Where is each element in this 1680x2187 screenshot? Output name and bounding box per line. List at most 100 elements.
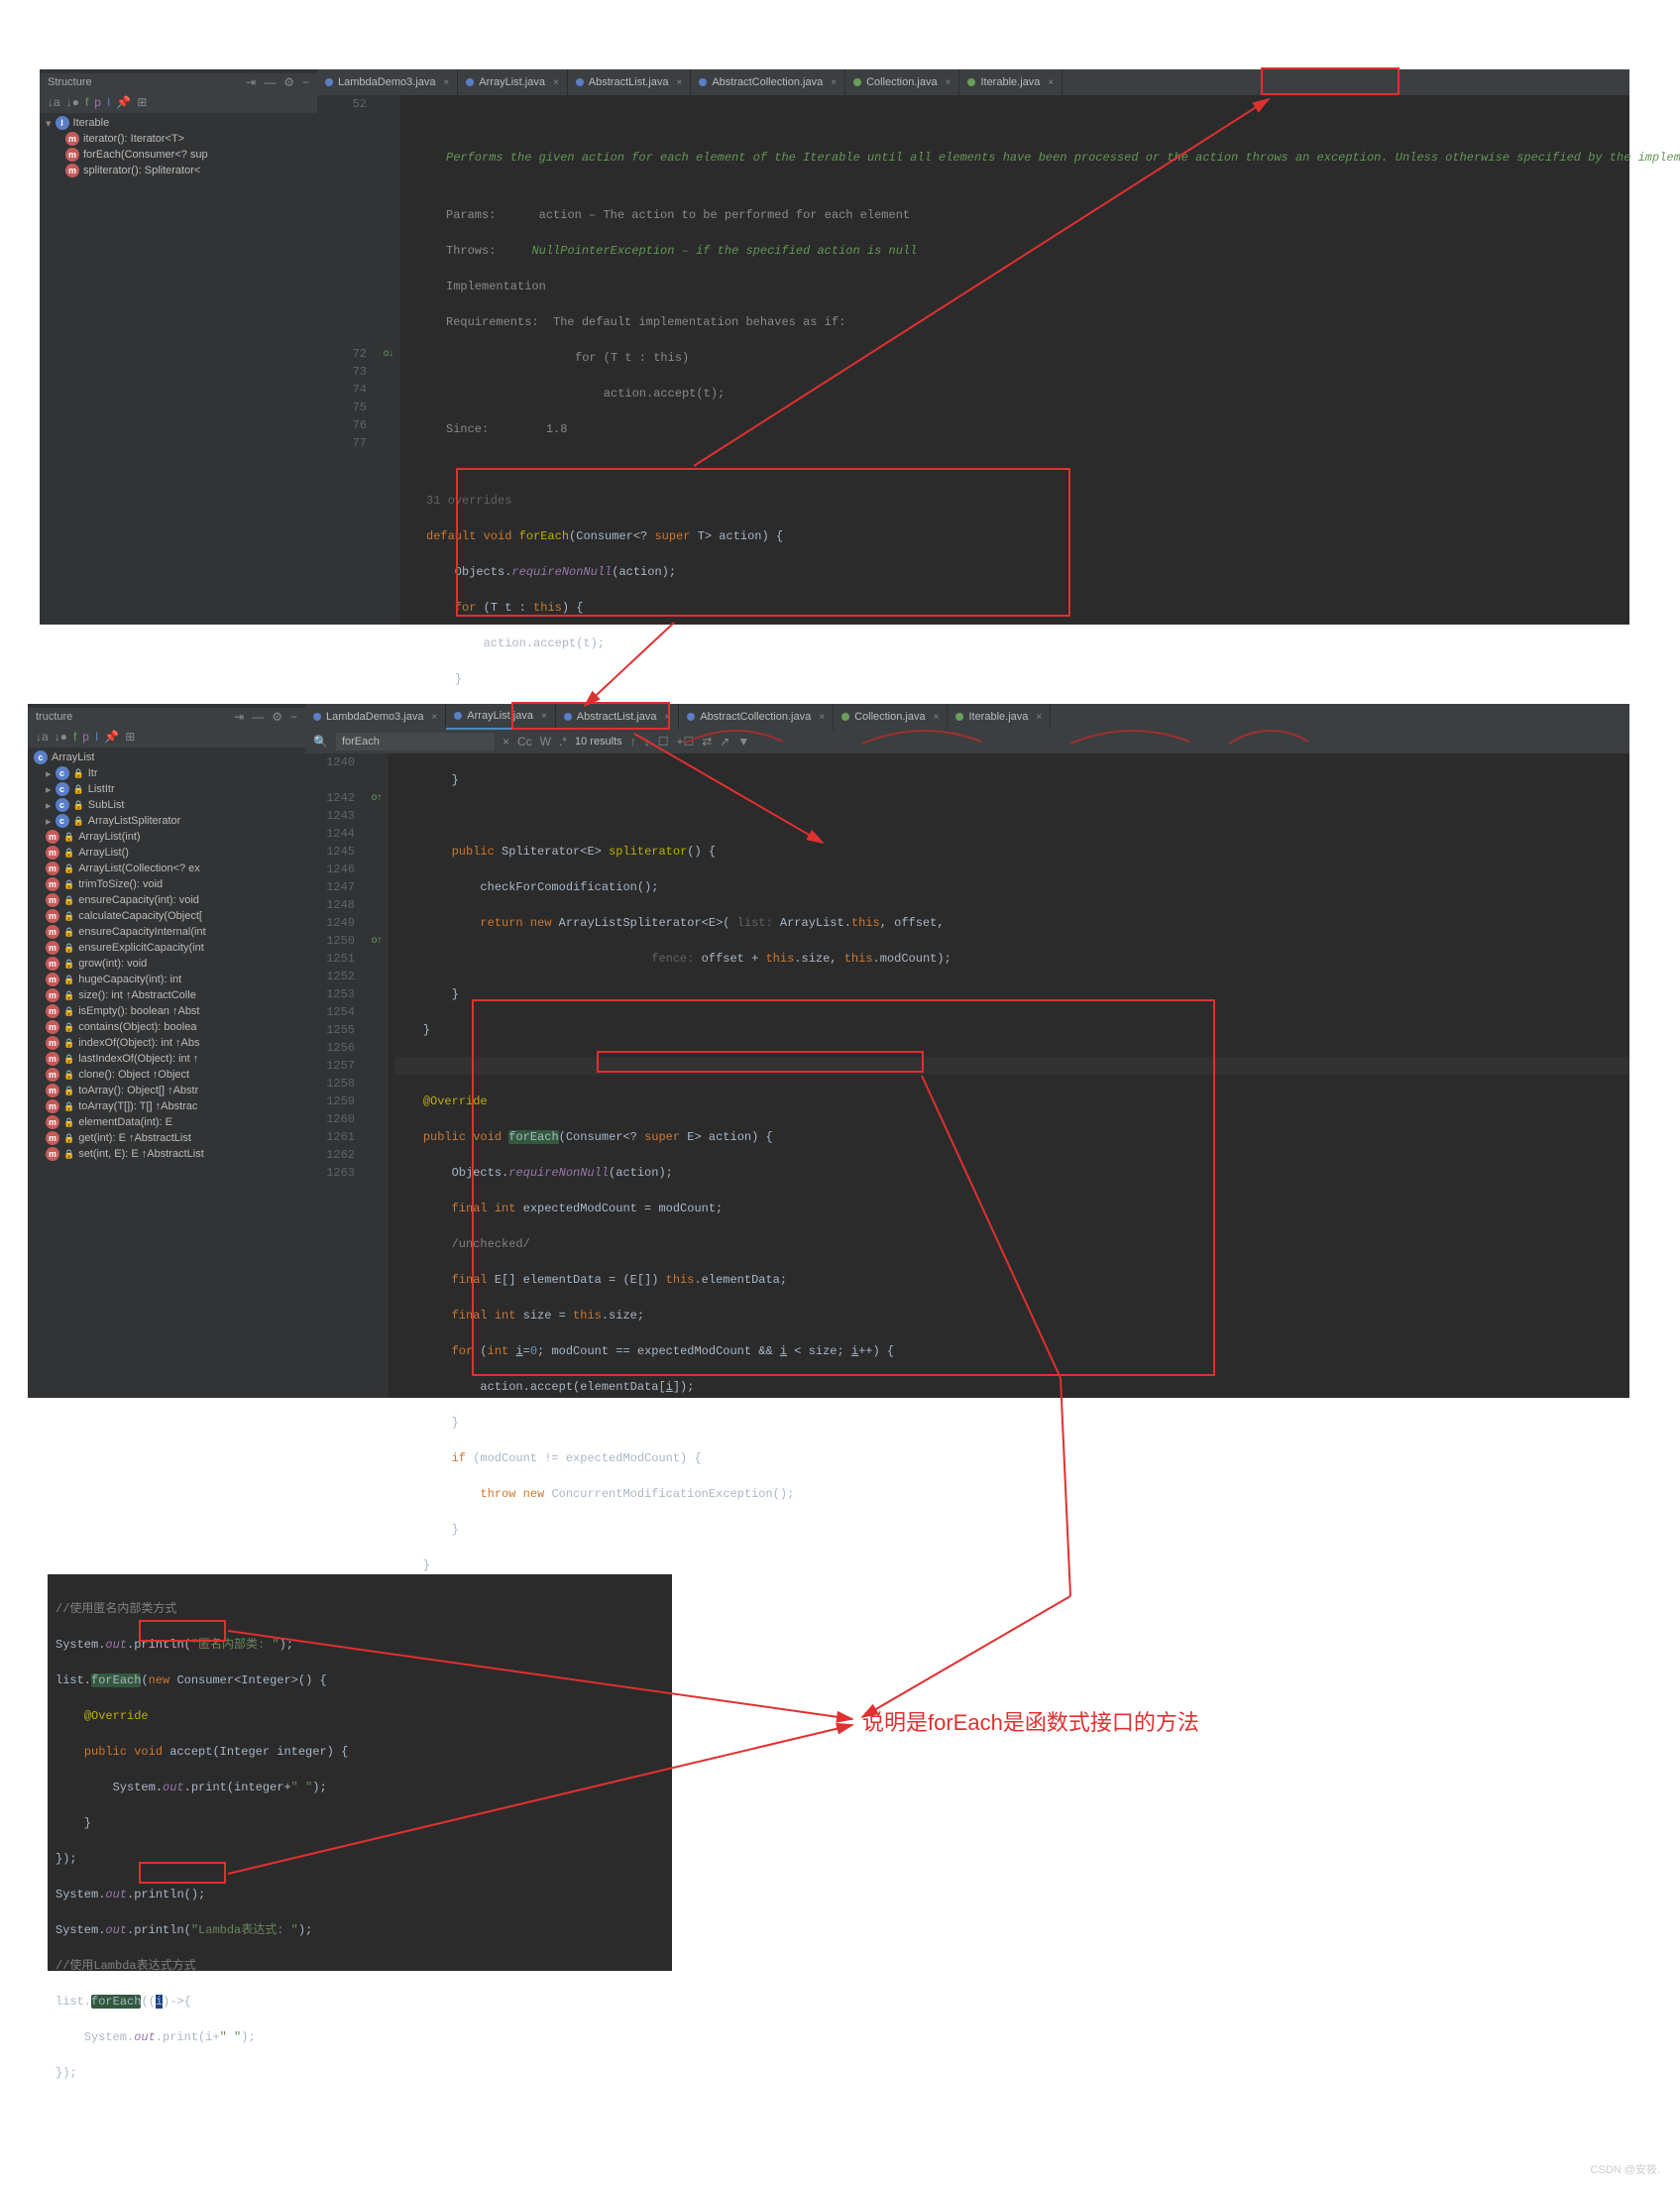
show-props-icon[interactable]: p xyxy=(94,95,101,109)
match-case-icon[interactable]: Cc xyxy=(517,735,532,748)
close-icon[interactable]: × xyxy=(431,712,437,723)
regex-icon[interactable]: .* xyxy=(559,735,567,748)
clear-icon[interactable]: × xyxy=(503,735,509,748)
code-editor-2[interactable]: } public Spliterator<E> spliterator() { … xyxy=(389,753,1629,1398)
tree-item[interactable]: m🔒ArrayList() xyxy=(28,845,305,861)
lock-icon: 🔒 xyxy=(73,816,84,827)
hide-icon[interactable]: − xyxy=(290,710,297,724)
close-icon[interactable]: × xyxy=(946,77,952,88)
hide-icon[interactable]: − xyxy=(302,75,309,89)
tab-abstractcollection[interactable]: AbstractCollection.java× xyxy=(691,69,845,95)
code-editor-1[interactable]: Performs the given action for each eleme… xyxy=(400,95,1629,625)
tree-item[interactable]: mspliterator(): Spliterator< xyxy=(40,163,317,178)
tree-item[interactable]: m🔒ArrayList(int) xyxy=(28,829,305,845)
close-icon[interactable]: × xyxy=(1036,712,1042,723)
close-icon[interactable]: × xyxy=(553,77,559,88)
show-props-icon[interactable]: p xyxy=(82,730,89,744)
tree-item[interactable]: m🔒ensureCapacityInternal(int xyxy=(28,924,305,940)
expand-icon[interactable]: ⇥ xyxy=(246,75,256,89)
tree-item[interactable]: ▸ c🔒ListItr xyxy=(28,781,305,797)
gear-icon[interactable]: ⚙ xyxy=(272,710,282,724)
tab-lambdademo3[interactable]: LambdaDemo3.java× xyxy=(305,704,446,730)
file-icon xyxy=(841,713,849,721)
tab-arraylist[interactable]: ArrayList.java× xyxy=(458,69,567,95)
tab-arraylist-active[interactable]: ArrayList.java× xyxy=(446,704,555,730)
tree-item[interactable]: m🔒indexOf(Object): int ↑Abs xyxy=(28,1035,305,1051)
toggle-icon[interactable]: ⇄ xyxy=(702,735,712,748)
tree-item[interactable]: m🔒ArrayList(Collection<? ex xyxy=(28,861,305,876)
sort-vis-icon[interactable]: ↓● xyxy=(66,95,79,109)
tree-item[interactable]: m🔒calculateCapacity(Object[ xyxy=(28,908,305,924)
tree-label: SubList xyxy=(88,799,125,811)
sort-vis-icon[interactable]: ↓● xyxy=(55,730,67,744)
close-icon[interactable]: × xyxy=(443,77,449,88)
tab-abstractcollection[interactable]: AbstractCollection.java× xyxy=(679,704,834,730)
doc-impl-label1: Implementation xyxy=(446,280,546,293)
close-icon[interactable]: × xyxy=(676,77,682,88)
sort-alpha-icon[interactable]: ↓a xyxy=(36,730,49,744)
search-input[interactable] xyxy=(336,733,495,750)
expand-icon[interactable]: ⇥ xyxy=(234,710,244,724)
tab-lambdademo3[interactable]: LambdaDemo3.java × xyxy=(317,69,458,95)
collapse-icon[interactable]: — xyxy=(264,75,276,89)
tree-item[interactable]: m🔒hugeCapacity(int): int xyxy=(28,972,305,987)
show-fields-icon[interactable]: f xyxy=(85,95,88,109)
tab-label: LambdaDemo3.java xyxy=(338,76,435,88)
tree-item[interactable]: m🔒trimToSize(): void xyxy=(28,876,305,892)
tree-item[interactable]: ▸ c🔒Itr xyxy=(28,765,305,781)
sort-alpha-icon[interactable]: ↓a xyxy=(48,95,60,109)
tab-iterable[interactable]: Iterable.java× xyxy=(948,704,1051,730)
close-icon[interactable]: × xyxy=(541,711,547,722)
tree-item[interactable]: ▸ c🔒ArrayListSpliterator xyxy=(28,813,305,829)
tab-collection[interactable]: Collection.java× xyxy=(834,704,948,730)
tree-item[interactable]: m🔒size(): int ↑AbstractColle xyxy=(28,987,305,1003)
gear-icon[interactable]: ⚙ xyxy=(283,75,294,89)
close-icon[interactable]: × xyxy=(831,77,837,88)
words-icon[interactable]: W xyxy=(540,735,551,748)
tab-iterable[interactable]: Iterable.java× xyxy=(959,69,1063,95)
next-match-icon[interactable]: ↓ xyxy=(644,735,650,748)
tree-item[interactable]: m🔒lastIndexOf(Object): int ↑ xyxy=(28,1051,305,1067)
show-inherited-icon[interactable]: I xyxy=(95,730,98,744)
show-inherited-icon[interactable]: I xyxy=(107,95,110,109)
expand-all-icon[interactable]: ⊞ xyxy=(125,730,135,744)
tree-root-arraylist[interactable]: cArrayList xyxy=(28,749,305,765)
close-icon[interactable]: × xyxy=(664,712,670,723)
tab-collection[interactable]: Collection.java× xyxy=(845,69,959,95)
overrides-label[interactable]: 31 overrides xyxy=(406,492,1629,510)
tree-item[interactable]: m🔒grow(int): void xyxy=(28,956,305,972)
close-icon[interactable]: × xyxy=(1048,77,1054,88)
tree-item[interactable]: m🔒contains(Object): boolea xyxy=(28,1019,305,1035)
expand-all-icon[interactable]: ⊞ xyxy=(137,95,147,109)
tree-item[interactable]: m🔒clone(): Object ↑Object xyxy=(28,1067,305,1083)
tab-abstractlist[interactable]: AbstractList.java× xyxy=(556,704,680,730)
close-icon[interactable]: × xyxy=(819,712,825,723)
close-icon[interactable]: × xyxy=(934,712,940,723)
tree-item[interactable]: m🔒ensureCapacity(int): void xyxy=(28,892,305,908)
tree-item[interactable]: m🔒elementData(int): E xyxy=(28,1114,305,1130)
tree-item[interactable]: m🔒set(int, E): E ↑AbstractList xyxy=(28,1146,305,1162)
code-editor-3[interactable]: //使用匿名内部类方式 System.out.println("匿名内部类: "… xyxy=(48,1574,672,2126)
tree-item[interactable]: ▸ c🔒SubList xyxy=(28,797,305,813)
tree-item[interactable]: m🔒isEmpty(): boolean ↑Abst xyxy=(28,1003,305,1019)
export-icon[interactable]: ↗ xyxy=(720,735,729,748)
prev-match-icon[interactable]: ↑ xyxy=(630,735,636,748)
tree-item[interactable]: m🔒toArray(): Object[] ↑Abstr xyxy=(28,1083,305,1098)
show-fields-icon[interactable]: f xyxy=(73,730,76,744)
select-all-icon[interactable]: ☐ xyxy=(658,735,669,748)
tab-abstractlist[interactable]: AbstractList.java× xyxy=(568,69,692,95)
filter-icon[interactable]: ▼ xyxy=(737,735,749,748)
add-selection-icon[interactable]: +☐ xyxy=(676,735,694,748)
tree-item[interactable]: miterator(): Iterator<T> xyxy=(40,131,317,147)
tree-node-iterable[interactable]: ▾I Iterable xyxy=(40,115,317,131)
pin-icon[interactable]: 📌 xyxy=(104,730,119,744)
pin-icon[interactable]: 📌 xyxy=(116,95,131,109)
override-gutter-icon[interactable]: o↑ xyxy=(365,789,389,807)
tree-item[interactable]: m🔒toArray(T[]): T[] ↑Abstrac xyxy=(28,1098,305,1114)
tree-item[interactable]: m🔒get(int): E ↑AbstractList xyxy=(28,1130,305,1146)
override-gutter-icon[interactable]: o↓ xyxy=(377,345,400,363)
override-gutter-icon[interactable]: o↑ xyxy=(365,932,389,950)
tree-item[interactable]: mforEach(Consumer<? sup xyxy=(40,147,317,163)
tree-item[interactable]: m🔒ensureExplicitCapacity(int xyxy=(28,940,305,956)
collapse-icon[interactable]: — xyxy=(252,710,264,724)
